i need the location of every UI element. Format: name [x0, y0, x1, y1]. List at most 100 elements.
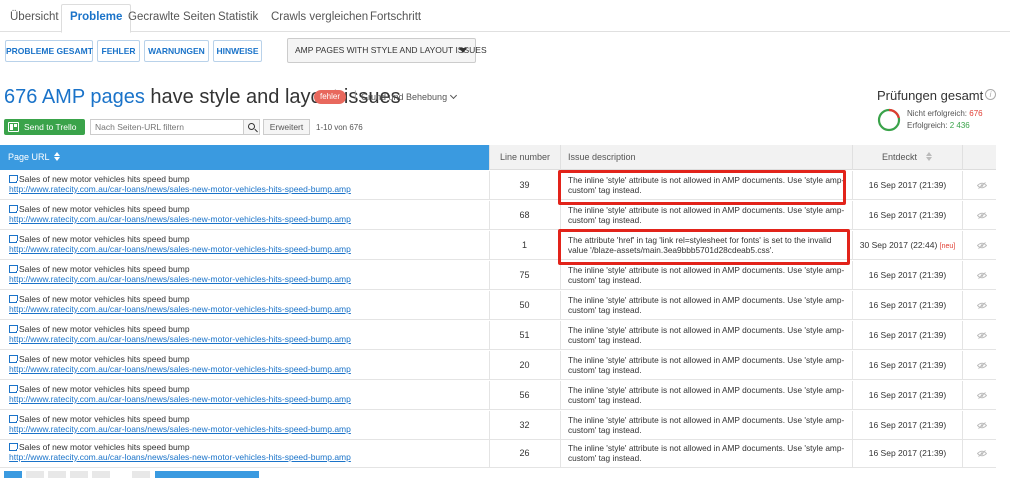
page-title-text: Sales of new motor vehicles hits speed b… — [19, 264, 190, 274]
discovered-date-text: 16 Sep 2017 (21:39) — [868, 448, 947, 458]
send-to-trello-button[interactable]: Send to Trello — [4, 119, 85, 135]
hide-eye-icon[interactable] — [977, 212, 987, 219]
hide-cell — [962, 291, 996, 320]
issue-description: The inline 'style' attribute is not allo… — [560, 291, 852, 320]
page-title-text: Sales of new motor vehicles hits speed b… — [19, 204, 190, 214]
external-link-icon[interactable] — [9, 295, 18, 303]
page-title-cell: Sales of new motor vehicles hits speed b… — [9, 264, 190, 274]
reason-dropdown[interactable]: Grund und Behebung — [361, 91, 458, 102]
hide-eye-icon[interactable] — [977, 450, 987, 457]
column-header-date[interactable]: Entdeckt — [852, 145, 962, 170]
table-row: Sales of new motor vehicles hits speed b… — [0, 261, 996, 290]
table-row: Sales of new motor vehicles hits speed b… — [0, 381, 996, 410]
page-url-link[interactable]: http://www.ratecity.com.au/car-loans/new… — [9, 244, 351, 254]
hide-cell — [962, 231, 996, 260]
hide-cell — [962, 439, 996, 468]
external-link-icon[interactable] — [9, 415, 18, 423]
advanced-filter-button[interactable]: Erweitert — [263, 119, 310, 135]
page-url-link[interactable]: http://www.ratecity.com.au/car-loans/new… — [9, 304, 351, 314]
tab-fortschritt[interactable]: Fortschritt — [362, 8, 429, 32]
page-url-link[interactable]: http://www.ratecity.com.au/car-loans/new… — [9, 394, 351, 404]
tab-statistik[interactable]: Statistik — [210, 8, 266, 32]
hide-eye-icon[interactable] — [977, 332, 987, 339]
page-url-link[interactable]: http://www.ratecity.com.au/car-loans/new… — [9, 424, 351, 434]
page-title-cell: Sales of new motor vehicles hits speed b… — [9, 414, 190, 424]
issue-type-dropdown-label: AMP PAGES WITH STYLE AND LAYOUT ISSUES — [295, 45, 487, 55]
hide-eye-icon[interactable] — [977, 422, 987, 429]
page-url-link[interactable]: http://www.ratecity.com.au/car-loans/new… — [9, 274, 351, 284]
pager-page[interactable] — [132, 471, 150, 478]
pager-page[interactable] — [92, 471, 110, 478]
tab-gecrawlte-seiten[interactable]: Gecrawlte Seiten — [120, 8, 224, 32]
url-filter-input[interactable] — [90, 119, 244, 135]
column-header-url-label: Page URL — [8, 152, 50, 162]
pager-page[interactable] — [26, 471, 44, 478]
discovered-date: 16 Sep 2017 (21:39) — [852, 261, 962, 290]
pager-page[interactable] — [4, 471, 22, 478]
external-link-icon[interactable] — [9, 205, 18, 213]
external-link-icon[interactable] — [9, 355, 18, 363]
line-number: 20 — [489, 351, 559, 380]
pager-page[interactable] — [48, 471, 66, 478]
checks-total-title: Prüfungen gesamt — [877, 88, 984, 103]
external-link-icon[interactable] — [9, 443, 18, 451]
tab-ubersicht[interactable]: Übersicht — [2, 8, 67, 32]
page-title-text: Sales of new motor vehicles hits speed b… — [19, 354, 190, 364]
table-row: Sales of new motor vehicles hits speed b… — [0, 411, 996, 440]
hide-eye-icon[interactable] — [977, 362, 987, 369]
tab-crawls-vergleichen[interactable]: Crawls vergleichen — [263, 8, 376, 32]
hide-eye-icon[interactable] — [977, 302, 987, 309]
checks-ok: Erfolgreich: 2 436 — [907, 121, 970, 130]
column-header-url[interactable]: Page URL — [0, 145, 489, 170]
hide-cell — [962, 171, 996, 200]
page-title-text: Sales of new motor vehicles hits speed b… — [19, 442, 190, 452]
discovered-date-text: 16 Sep 2017 (21:39) — [868, 180, 947, 190]
reason-dropdown-label: Grund und Behebung — [361, 92, 448, 102]
issue-description: The inline 'style' attribute is not allo… — [560, 321, 852, 350]
page-url-link[interactable]: http://www.ratecity.com.au/car-loans/new… — [9, 452, 351, 462]
discovered-date-text: 16 Sep 2017 (21:39) — [868, 420, 947, 430]
issue-description: The inline 'style' attribute is not allo… — [560, 439, 852, 468]
page-title-cell: Sales of new motor vehicles hits speed b… — [9, 384, 190, 394]
info-icon[interactable]: i — [985, 89, 996, 100]
hide-eye-icon[interactable] — [977, 392, 987, 399]
external-link-icon[interactable] — [9, 175, 18, 183]
hide-eye-icon[interactable] — [977, 242, 987, 249]
sort-icon — [53, 152, 61, 161]
page-title-text: Sales of new motor vehicles hits speed b… — [19, 294, 190, 304]
page-url-link[interactable]: http://www.ratecity.com.au/car-loans/new… — [9, 184, 351, 194]
hide-cell — [962, 411, 996, 440]
external-link-icon[interactable] — [9, 265, 18, 273]
page-url-link[interactable]: http://www.ratecity.com.au/car-loans/new… — [9, 214, 351, 224]
line-number: 56 — [489, 381, 559, 410]
filter-probleme-gesamt-button[interactable]: PROBLEME GESAMT — [5, 40, 93, 62]
trello-icon — [8, 122, 19, 132]
line-number: 1 — [489, 231, 559, 260]
filter-hinweise-button[interactable]: HINWEISE — [213, 40, 262, 62]
page-title-text: Sales of new motor vehicles hits speed b… — [19, 324, 190, 334]
result-range: 1-10 von 676 — [316, 123, 363, 132]
hide-cell — [962, 261, 996, 290]
hide-eye-icon[interactable] — [977, 272, 987, 279]
highlight-box — [558, 229, 850, 265]
discovered-date: 16 Sep 2017 (21:39) — [852, 201, 962, 230]
page-url-link[interactable]: http://www.ratecity.com.au/car-loans/new… — [9, 334, 351, 344]
external-link-icon[interactable] — [9, 385, 18, 393]
discovered-date-text: 16 Sep 2017 (21:39) — [868, 360, 947, 370]
search-button[interactable] — [243, 119, 260, 135]
line-number: 75 — [489, 261, 559, 290]
issue-type-dropdown[interactable]: AMP PAGES WITH STYLE AND LAYOUT ISSUES — [287, 38, 487, 63]
pager-button[interactable] — [155, 471, 259, 478]
hide-eye-icon[interactable] — [977, 182, 987, 189]
external-link-icon[interactable] — [9, 325, 18, 333]
filter-fehler-button[interactable]: FEHLER — [97, 40, 140, 62]
discovered-date-text: 16 Sep 2017 (21:39) — [868, 210, 947, 220]
error-badge: fehler — [314, 90, 347, 104]
page-url-link[interactable]: http://www.ratecity.com.au/car-loans/new… — [9, 364, 351, 374]
column-header-actions — [962, 145, 996, 170]
pager-page[interactable] — [70, 471, 88, 478]
chevron-down-icon — [450, 91, 458, 100]
sort-icon — [926, 152, 933, 161]
filter-warnungen-button[interactable]: WARNUNGEN — [144, 40, 209, 62]
external-link-icon[interactable] — [9, 235, 18, 243]
